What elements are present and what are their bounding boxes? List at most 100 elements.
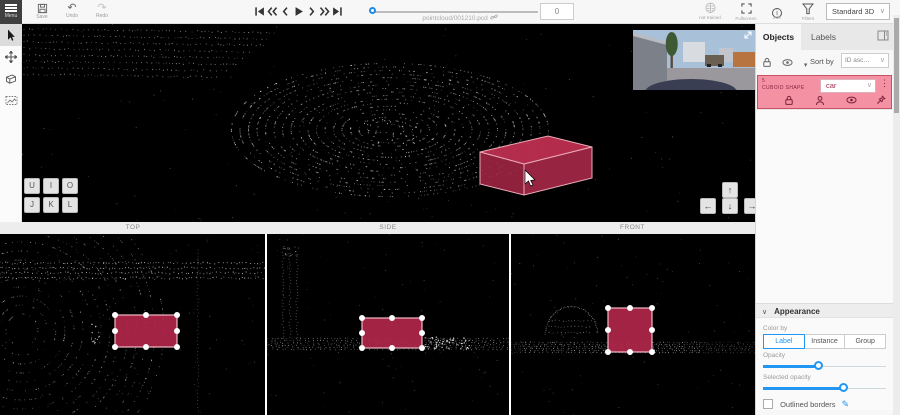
sort-dropdown[interactable]: ID asc… ∨ <box>841 53 889 68</box>
resize-handle[interactable] <box>627 349 633 355</box>
top-ortho-view[interactable] <box>0 234 265 415</box>
color-by-label-option[interactable]: Label <box>763 334 805 349</box>
filter-icon <box>793 3 823 16</box>
key-u[interactable]: U <box>24 178 40 194</box>
object-visibility-icon[interactable] <box>846 95 857 105</box>
outlined-borders-checkbox[interactable] <box>763 399 773 409</box>
link-icon[interactable] <box>490 13 498 21</box>
view-mode-dropdown[interactable]: Standard 3D ∨ <box>826 3 890 20</box>
resize-handle[interactable] <box>627 305 633 311</box>
resize-handle[interactable] <box>649 305 655 311</box>
tool-rail <box>0 24 22 233</box>
save-button[interactable]: Save <box>30 2 54 23</box>
resize-handle[interactable] <box>174 312 180 318</box>
rewind-button[interactable] <box>267 4 279 18</box>
resize-handle[interactable] <box>419 330 425 336</box>
key-k[interactable]: K <box>43 197 59 213</box>
object-geometry-label: CUBOID SHAPE <box>762 85 805 91</box>
scrollbar-thumb[interactable] <box>894 18 899 113</box>
resize-handle[interactable] <box>359 345 365 351</box>
chevron-down-icon: ∨ <box>880 54 885 67</box>
not-trained-button[interactable]: not trained <box>695 2 725 23</box>
panel-scrollbar[interactable] <box>893 15 900 415</box>
menu-label: Menu <box>0 14 22 19</box>
resize-handle[interactable] <box>389 345 395 351</box>
resize-handle[interactable] <box>605 305 611 311</box>
resize-handle[interactable] <box>649 327 655 333</box>
select-tool-button[interactable] <box>0 24 22 46</box>
arrow-down-key[interactable]: ↓ <box>722 198 738 214</box>
resize-handle[interactable] <box>174 328 180 334</box>
redo-button[interactable]: ↷ Redo <box>90 2 114 23</box>
object-menu-icon[interactable]: ⋮ <box>880 78 889 89</box>
arrow-right-key[interactable]: → <box>744 198 755 214</box>
timeline-knob[interactable] <box>369 7 376 14</box>
key-o[interactable]: O <box>62 178 78 194</box>
object-index: 5 <box>762 78 765 84</box>
panel-layout-icon[interactable] <box>877 30 889 41</box>
selected-opacity-slider[interactable] <box>763 383 886 393</box>
cuboid-annotation[interactable] <box>115 315 177 347</box>
expand-all-icon[interactable]: ▾ <box>804 62 808 69</box>
key-l[interactable]: L <box>62 197 78 213</box>
camera-photo-thumbnail[interactable] <box>633 30 755 90</box>
toolbar: Menu Save ↶ Undo ↷ Redo pointcloud <box>0 0 900 24</box>
color-by-instance-option[interactable]: Instance <box>805 334 846 349</box>
main-3d-view[interactable]: U I O J K L ↑ ← ↓ → <box>22 24 755 222</box>
resize-handle[interactable] <box>359 315 365 321</box>
resize-handle[interactable] <box>112 344 118 350</box>
cuboid-annotation[interactable] <box>362 318 422 348</box>
lock-all-icon[interactable] <box>762 57 772 68</box>
info-button[interactable]: i Info <box>762 2 792 23</box>
cuboid-annotation[interactable] <box>608 308 652 352</box>
resize-handle[interactable] <box>419 345 425 351</box>
tab-objects[interactable]: Objects <box>756 24 801 50</box>
object-row-car[interactable]: 5 CUBOID SHAPE car ∨ ⋮ <box>757 75 892 109</box>
edit-color-icon[interactable]: ✎ <box>842 399 850 409</box>
resize-handle[interactable] <box>143 312 149 318</box>
object-author-icon[interactable] <box>815 95 825 106</box>
appearance-header[interactable]: ∨ Appearance <box>756 303 893 318</box>
object-lock-icon[interactable] <box>784 95 794 106</box>
resize-handle[interactable] <box>605 349 611 355</box>
resize-handle[interactable] <box>174 344 180 350</box>
resize-handle[interactable] <box>649 349 655 355</box>
arrow-left-key[interactable]: ← <box>700 198 716 214</box>
undo-button[interactable]: ↶ Undo <box>60 2 84 23</box>
frame-select-tool-button[interactable] <box>0 90 22 112</box>
resize-handle[interactable] <box>605 327 611 333</box>
object-pin-icon[interactable] <box>876 95 886 106</box>
opacity-slider[interactable] <box>763 361 886 371</box>
skip-to-start-button[interactable] <box>254 4 266 18</box>
key-j[interactable]: J <box>24 197 40 213</box>
next-frame-button[interactable] <box>306 4 318 18</box>
cuboid-annotation[interactable] <box>480 136 592 195</box>
resize-handle[interactable] <box>143 344 149 350</box>
resize-handle[interactable] <box>359 330 365 336</box>
play-button[interactable] <box>293 4 305 18</box>
front-ortho-view[interactable] <box>511 234 755 415</box>
color-by-group-option[interactable]: Group <box>845 334 886 349</box>
previous-frame-button[interactable] <box>280 4 292 18</box>
arrow-up-key[interactable]: ↑ <box>722 182 738 198</box>
visibility-all-icon[interactable] <box>782 58 793 67</box>
frame-number-input[interactable]: 0 <box>540 3 574 20</box>
fast-forward-button[interactable] <box>319 4 331 18</box>
fullscreen-button[interactable]: Fullscreen <box>731 2 761 23</box>
skip-to-end-button[interactable] <box>332 4 344 18</box>
tab-labels[interactable]: Labels <box>801 24 846 50</box>
fullscreen-icon <box>731 3 761 16</box>
key-i[interactable]: I <box>43 178 59 194</box>
filters-button[interactable]: Filters <box>793 2 823 23</box>
menu-button[interactable]: Menu <box>0 0 22 24</box>
resize-handle[interactable] <box>419 315 425 321</box>
side-ortho-view[interactable] <box>267 234 509 415</box>
object-class-dropdown[interactable]: car ∨ <box>820 79 876 93</box>
resize-handle[interactable] <box>389 315 395 321</box>
cuboid-tool-button[interactable] <box>0 68 22 90</box>
opacity-knob[interactable] <box>814 361 823 370</box>
selected-opacity-knob[interactable] <box>839 383 848 392</box>
pan-tool-button[interactable] <box>0 46 22 68</box>
resize-handle[interactable] <box>112 328 118 334</box>
resize-handle[interactable] <box>112 312 118 318</box>
